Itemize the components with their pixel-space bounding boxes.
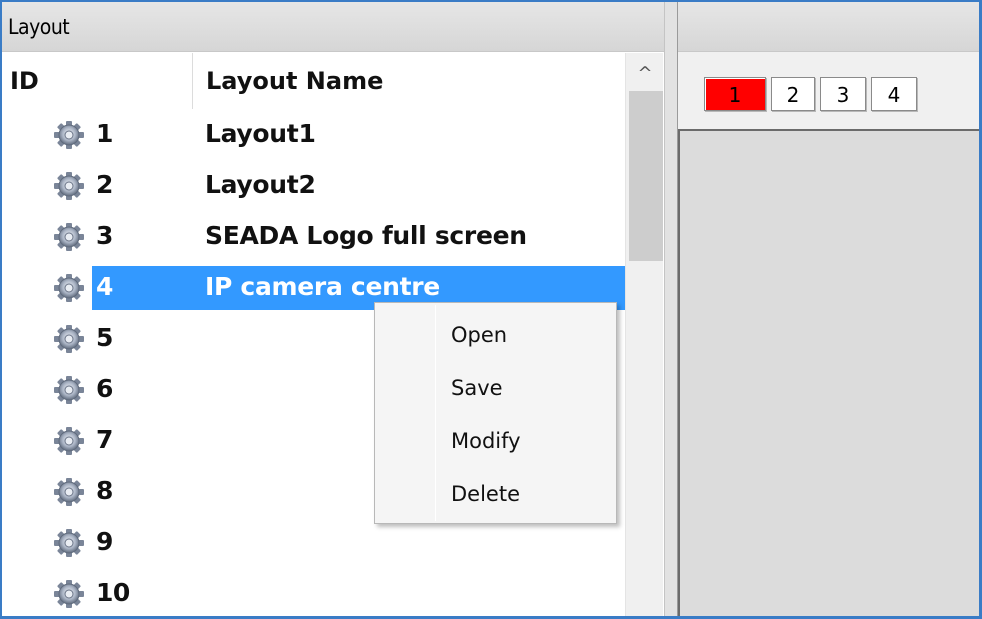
row-id: 2	[96, 170, 113, 199]
row-id: 1	[96, 119, 113, 148]
gear-icon	[52, 375, 86, 405]
gear-icon	[52, 120, 86, 150]
layout-canvas[interactable]	[678, 131, 979, 616]
preview-title-bar	[678, 2, 979, 52]
row-id: 10	[96, 578, 130, 607]
row-id: 3	[96, 221, 113, 250]
layout-row[interactable]: 10	[2, 568, 630, 616]
row-id: 4	[96, 272, 113, 301]
menu-item-save[interactable]: Save	[375, 362, 616, 415]
menu-item-open[interactable]: Open	[375, 309, 616, 362]
page-tab-4[interactable]: 4	[871, 77, 917, 111]
row-id: 7	[96, 425, 113, 454]
page-tab-3[interactable]: 3	[820, 77, 866, 111]
context-menu: Open Save Modify Delete	[374, 302, 617, 524]
panel-title: Layout	[2, 2, 668, 52]
panel-splitter[interactable]	[664, 2, 678, 616]
layout-row[interactable]: 9	[2, 517, 630, 568]
row-id: 8	[96, 476, 113, 505]
row-id: 5	[96, 323, 113, 352]
grid-header: ID Layout Name	[2, 53, 630, 109]
scroll-up-arrow-icon[interactable]: ^	[626, 59, 664, 89]
row-id: 9	[96, 527, 113, 556]
application-window: Layout ID Layout Name 1 Layout1 2 Layout…	[0, 0, 982, 619]
gear-icon	[52, 477, 86, 507]
gear-icon	[52, 528, 86, 558]
menu-item-delete[interactable]: Delete	[375, 468, 616, 521]
row-id: 6	[96, 374, 113, 403]
scroll-thumb[interactable]	[629, 91, 663, 261]
row-layout-name: Layout1	[205, 119, 316, 148]
layout-row[interactable]: 2 Layout2	[2, 160, 630, 211]
row-layout-name: Layout2	[205, 170, 316, 199]
page-tab-1[interactable]: 1	[704, 77, 766, 111]
gear-icon	[52, 222, 86, 252]
gear-icon	[52, 324, 86, 354]
column-header-id[interactable]: ID	[10, 53, 190, 109]
layout-row[interactable]: 1 Layout1	[2, 109, 630, 160]
column-header-layout-name[interactable]: Layout Name	[192, 53, 630, 109]
page-tabs: 1234	[704, 77, 922, 111]
gear-icon	[52, 426, 86, 456]
page-toolbar: 1234	[678, 53, 979, 131]
menu-item-modify[interactable]: Modify	[375, 415, 616, 468]
page-tab-2[interactable]: 2	[771, 77, 815, 111]
layout-row[interactable]: 3 SEADA Logo full screen	[2, 211, 630, 262]
gear-icon	[52, 579, 86, 609]
preview-panel: 1234	[678, 2, 979, 616]
gear-icon	[52, 171, 86, 201]
row-layout-name: SEADA Logo full screen	[205, 221, 527, 250]
vertical-scrollbar[interactable]: ^	[625, 53, 664, 616]
row-layout-name: IP camera centre	[205, 272, 440, 301]
gear-icon	[52, 273, 86, 303]
